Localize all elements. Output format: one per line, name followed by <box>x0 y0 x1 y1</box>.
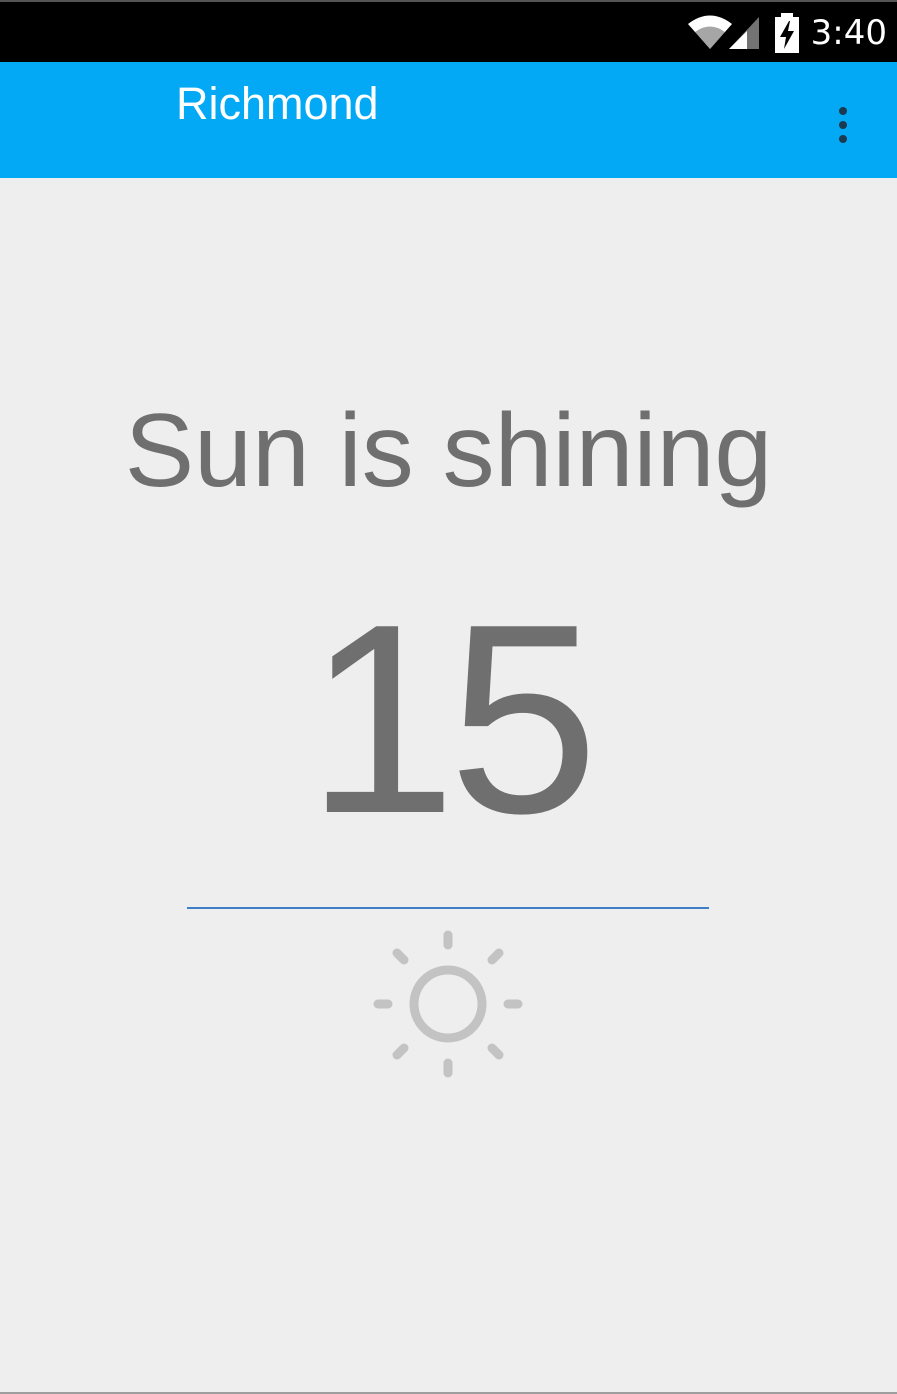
weather-screen: 3:40 Richmond Sun is shining 15 <box>0 0 897 1394</box>
status-clock: 3:40 <box>810 13 887 53</box>
status-icons: 3:40 <box>687 8 887 58</box>
app-title: Richmond <box>176 78 379 129</box>
overflow-menu-button[interactable] <box>823 102 863 152</box>
status-bar: 3:40 <box>0 0 897 62</box>
divider <box>187 907 709 909</box>
app-bar: Richmond <box>0 62 897 178</box>
more-vertical-icon <box>837 105 849 149</box>
signal-icon <box>727 15 761 51</box>
weather-condition: Sun is shining <box>124 393 773 509</box>
temperature-value: 15 <box>306 569 598 870</box>
sun-icon <box>372 929 524 1081</box>
battery-charging-icon <box>773 12 801 54</box>
